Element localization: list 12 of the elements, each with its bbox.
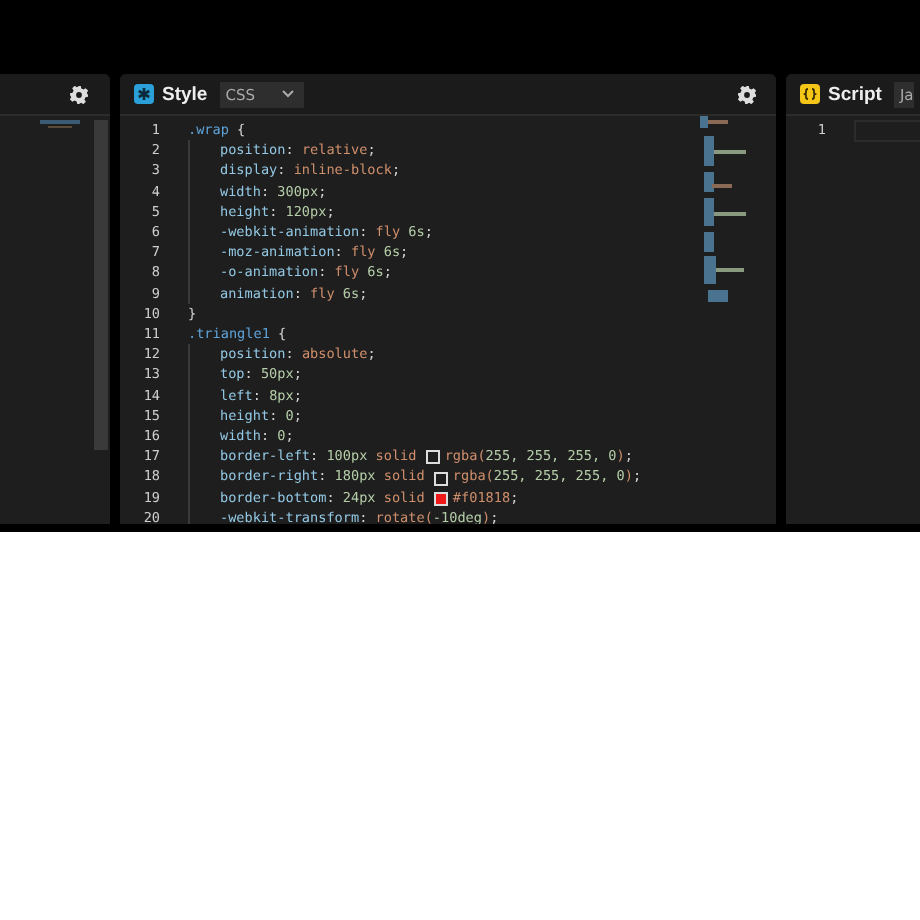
settings-icon[interactable] — [70, 85, 88, 103]
panel-title: Script — [828, 83, 882, 105]
scrollbar[interactable] — [94, 120, 108, 450]
color-swatch[interactable] — [426, 450, 441, 465]
color-swatch[interactable] — [434, 471, 449, 486]
script-icon — [800, 84, 820, 104]
panel-title: Style — [162, 83, 208, 105]
minimap-drawing — [40, 120, 80, 130]
caret-icon — [282, 90, 295, 98]
style-icon — [134, 84, 154, 104]
color-swatch[interactable] — [434, 491, 449, 506]
settings-icon[interactable] — [738, 85, 756, 103]
